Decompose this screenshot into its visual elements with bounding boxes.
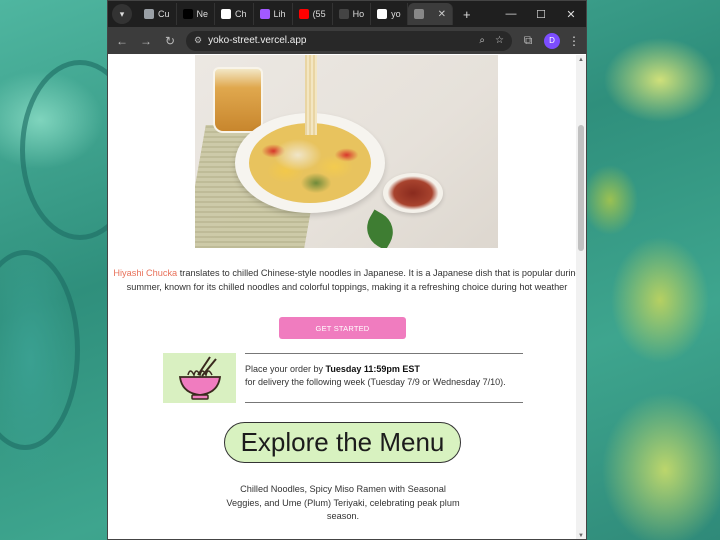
browser-tab[interactable]: (55 xyxy=(293,3,333,25)
browser-tab[interactable]: ✕ xyxy=(407,3,453,25)
plum-side-bowl xyxy=(383,173,443,213)
tab-favicon-icon xyxy=(182,9,193,19)
profile-avatar[interactable]: D xyxy=(544,32,560,49)
get-started-button[interactable]: GET STARTED xyxy=(279,317,406,339)
reload-icon[interactable]: ↻ xyxy=(162,34,178,48)
tab-favicon-icon xyxy=(338,9,349,19)
order-notice: Place your order by Tuesday 11:59pm EST … xyxy=(163,353,523,405)
intro-text: translates to chilled Chinese-style nood… xyxy=(126,268,581,292)
wallpaper-river xyxy=(0,250,80,450)
page-scrollbar[interactable]: ▲ ▼ xyxy=(576,55,586,539)
tab-favicon-icon xyxy=(259,9,270,19)
menu-description: Chilled Noodles, Spicy Miso Ramen with S… xyxy=(226,484,460,521)
tea-glass xyxy=(213,67,263,133)
tab-favicon-icon xyxy=(377,9,388,19)
order-deadline: Tuesday 11:59pm EST xyxy=(325,364,420,374)
browser-tab[interactable]: Lih xyxy=(254,3,293,25)
hero-food-image xyxy=(195,55,498,248)
tab-favicon-icon xyxy=(144,9,154,19)
tab-bar: ▾ Cu Ne Ch Lih (55 Ho yo ✕ + — ☐ ✕ xyxy=(108,1,586,27)
tab-label: Lih xyxy=(273,9,286,19)
scroll-down-icon[interactable]: ▼ xyxy=(576,531,586,539)
site-info-icon[interactable]: ⚙ xyxy=(194,35,202,46)
tab-label: Ch xyxy=(235,9,247,19)
order-prefix: Place your order by xyxy=(245,364,326,374)
new-tab-icon[interactable]: + xyxy=(455,7,479,22)
back-icon[interactable]: ← xyxy=(114,34,130,48)
scroll-up-icon[interactable]: ▲ xyxy=(576,55,586,65)
maximize-icon[interactable]: ☐ xyxy=(526,8,556,21)
tab-label: (55 xyxy=(312,9,326,19)
browser-window: ▾ Cu Ne Ch Lih (55 Ho yo ✕ + — ☐ ✕ ← → ↻ ⚙ yoko… xyxy=(107,0,587,540)
browser-menu-icon[interactable]: ⋮ xyxy=(568,34,580,48)
tab-label: Ho xyxy=(352,9,365,19)
zoom-icon[interactable]: ⌕ xyxy=(479,35,485,46)
browser-tab[interactable]: Cu xyxy=(138,3,177,25)
url-text: yoko-street.vercel.app xyxy=(208,35,307,46)
tab-favicon-icon xyxy=(221,9,232,19)
tab-label: yo xyxy=(391,9,401,19)
browser-tab[interactable]: Ne xyxy=(177,3,216,25)
close-window-icon[interactable]: ✕ xyxy=(556,8,586,21)
url-input[interactable]: ⚙ yoko-street.vercel.app ⌕ ☆ xyxy=(186,30,512,51)
tab-search-icon[interactable]: ▾ xyxy=(112,4,132,24)
ramen-bowl-icon xyxy=(163,353,236,403)
forward-icon[interactable]: → xyxy=(138,34,154,48)
shiso-leaf xyxy=(359,209,401,248)
tab-close-icon[interactable]: ✕ xyxy=(438,9,446,20)
minimize-icon[interactable]: — xyxy=(496,8,526,21)
bookmark-star-icon[interactable]: ☆ xyxy=(495,35,504,46)
order-details: Place your order by Tuesday 11:59pm EST … xyxy=(245,353,523,403)
page-viewport: Hiyashi Chucka translates to chilled Chi… xyxy=(108,55,586,539)
lifted-noodles xyxy=(305,55,317,135)
extensions-icon[interactable]: ⧉ xyxy=(520,33,536,48)
tab-label: Ne xyxy=(196,9,209,19)
address-bar: ← → ↻ ⚙ yoko-street.vercel.app ⌕ ☆ ⧉ D ⋮ xyxy=(108,27,586,54)
dish-name-highlight: Hiyashi Chucka xyxy=(113,268,178,278)
explore-menu-button[interactable]: Explore the Menu xyxy=(224,422,461,463)
tab-label: Cu xyxy=(158,9,170,19)
browser-tab[interactable]: Ho xyxy=(333,3,372,25)
window-controls: — ☐ ✕ xyxy=(496,8,586,21)
order-delivery: for delivery the following week (Tuesday… xyxy=(245,377,506,387)
tab-favicon-icon xyxy=(298,9,309,19)
intro-paragraph: Hiyashi Chucka translates to chilled Chi… xyxy=(112,267,582,294)
scroll-thumb[interactable] xyxy=(578,125,584,251)
browser-tab[interactable]: Ch xyxy=(215,3,254,25)
noodles-toppings xyxy=(249,123,371,203)
tab-favicon-icon xyxy=(413,9,424,19)
browser-tab[interactable]: yo xyxy=(371,3,408,25)
